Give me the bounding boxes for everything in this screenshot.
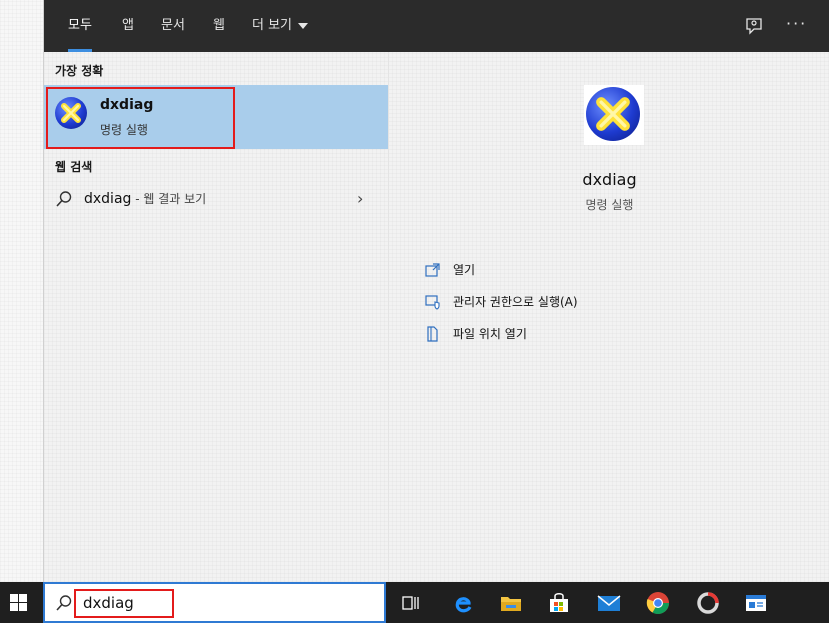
search-tabs-bar: 모두 앱 문서 웹 더 보기 ··· xyxy=(44,0,829,52)
task-view-icon[interactable] xyxy=(398,590,424,616)
tab-more[interactable]: 더 보기 xyxy=(240,0,320,52)
edge-browser-icon[interactable] xyxy=(450,590,476,616)
highlight-box xyxy=(74,589,174,618)
app-window-icon[interactable] xyxy=(743,590,769,616)
chrome-icon[interactable] xyxy=(645,590,671,616)
tab-apps[interactable]: 앱 xyxy=(110,0,146,52)
admin-shield-icon xyxy=(425,295,440,310)
chevron-right-icon[interactable]: › xyxy=(357,189,363,208)
web-result-suffix: - 웹 결과 보기 xyxy=(131,192,207,206)
tab-web[interactable]: 웹 xyxy=(201,0,237,52)
file-explorer-icon[interactable] xyxy=(498,590,524,616)
highlight-box xyxy=(46,87,235,149)
search-icon xyxy=(56,595,72,611)
detail-subtitle: 명령 실행 xyxy=(585,198,634,212)
result-details: dxdiag 명령 실행 열기 관리자 권한으로 실행(A) 파일 위치 열기 xyxy=(389,52,829,582)
directx-icon xyxy=(586,87,640,141)
web-search-heading: 웹 검색 xyxy=(55,160,93,174)
detail-app-icon xyxy=(584,85,644,145)
feedback-icon[interactable] xyxy=(744,16,764,36)
more-options-button[interactable]: ··· xyxy=(786,14,807,33)
tab-documents[interactable]: 문서 xyxy=(149,0,197,52)
windows-start-icon[interactable] xyxy=(10,594,27,611)
tab-all[interactable]: 모두 xyxy=(56,0,104,52)
chevron-down-icon xyxy=(298,22,309,29)
mail-icon[interactable] xyxy=(596,590,622,616)
web-query: dxdiag xyxy=(84,191,132,207)
best-match-heading: 가장 정확 xyxy=(55,64,104,78)
microsoft-store-icon[interactable] xyxy=(546,590,572,616)
detail-name: dxdiag xyxy=(582,170,637,189)
file-location-icon xyxy=(427,326,438,342)
capture-app-icon[interactable] xyxy=(695,590,721,616)
search-panel: 모두 앱 문서 웹 더 보기 ··· 가장 정확 dxdiag 명령 실행 웹 … xyxy=(43,0,829,582)
open-icon xyxy=(425,263,440,277)
web-search-result[interactable]: dxdiag - 웹 결과 보기 › xyxy=(44,186,388,214)
results-list: 가장 정확 dxdiag 명령 실행 웹 검색 dxdiag - 웹 결과 보기… xyxy=(44,52,388,582)
search-icon xyxy=(56,191,72,207)
